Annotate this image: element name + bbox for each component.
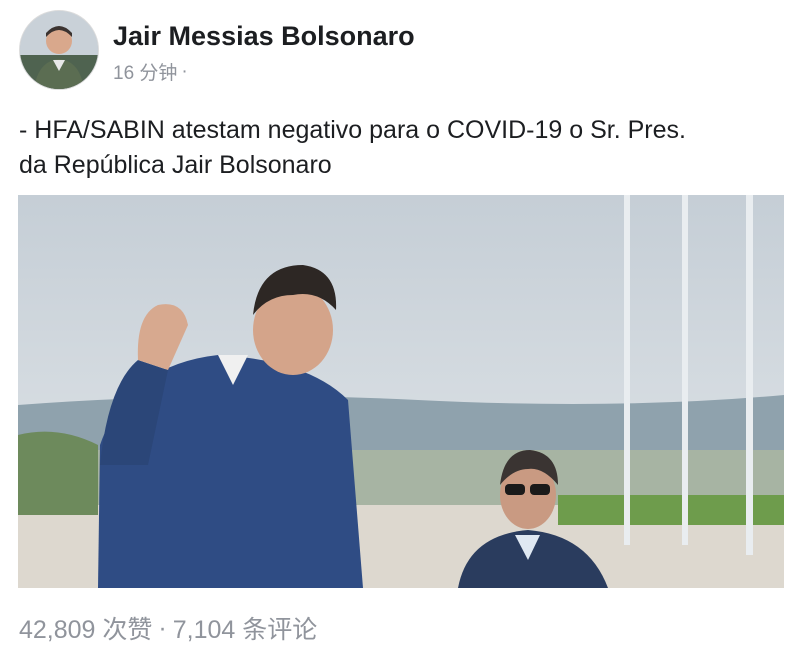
stats-separator: · — [158, 613, 167, 642]
avatar[interactable] — [19, 10, 99, 90]
avatar-image — [20, 11, 98, 89]
post-text-line: - HFA/SABIN atestam negativo para o COVI… — [19, 116, 686, 144]
author-name[interactable]: Jair Messias Bolsonaro — [113, 21, 415, 52]
post-timestamp[interactable]: 16 分钟 — [113, 58, 177, 85]
post-stats: 42,809 次赞 · 7,104 条评论 — [19, 610, 317, 646]
post-text: - HFA/SABIN atestam negativo para o COVI… — [19, 113, 784, 183]
post-photo-image — [18, 195, 784, 588]
post-photo[interactable] — [18, 195, 784, 588]
comments-count[interactable]: 7,104 条评论 — [173, 610, 318, 646]
post-meta: 16 分钟 · — [113, 58, 188, 85]
meta-separator: · — [181, 60, 188, 82]
likes-count[interactable]: 42,809 次赞 — [19, 610, 152, 646]
post-text-line: da República Jair Bolsonaro — [19, 151, 332, 179]
